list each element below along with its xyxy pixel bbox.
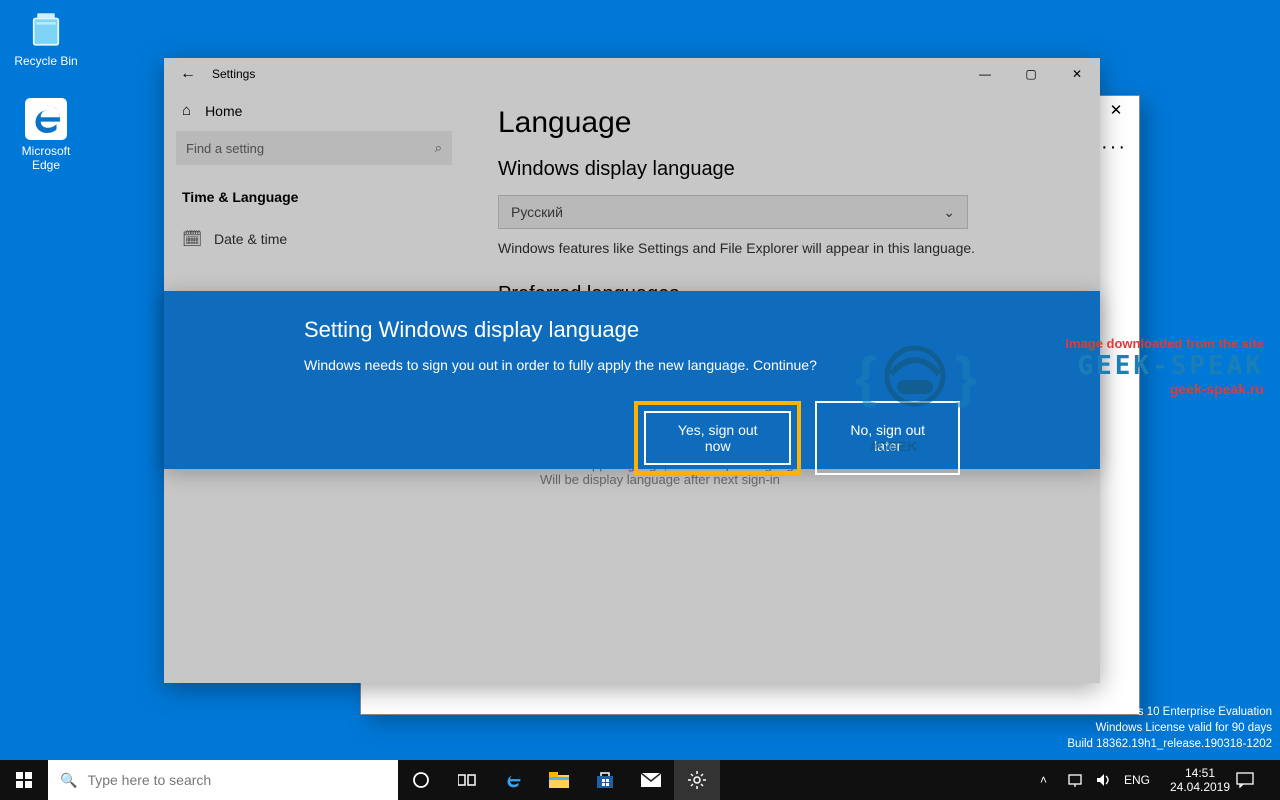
search-icon: 🔍 (60, 772, 77, 789)
window-title: Settings (212, 67, 255, 81)
taskbar-date: 24.04.2019 (1164, 780, 1236, 794)
desktop: Recycle Bin Microsoft Edge ✕ ··· ← Setti… (0, 0, 1280, 800)
dialog-text: Windows needs to sign you out in order t… (304, 357, 960, 373)
bg-more-icon[interactable]: ··· (1101, 136, 1127, 159)
date-time-label: Date & time (214, 231, 287, 247)
edge-label: Microsoft Edge (8, 144, 84, 172)
activation-watermark: s 10 Enterprise Evaluation Windows Licen… (1067, 704, 1272, 752)
activation-l2: Windows License valid for 90 days (1067, 720, 1272, 736)
highlight-box: Yes, sign out now (634, 401, 801, 475)
search-placeholder: Find a setting (186, 141, 264, 156)
yes-signout-button[interactable]: Yes, sign out now (644, 411, 791, 465)
activation-l3: Build 18362.19h1_release.190318-1202 (1067, 736, 1272, 752)
tray-up-icon[interactable]: ˄ (1040, 773, 1068, 787)
activation-l1: s 10 Enterprise Evaluation (1067, 704, 1272, 720)
home-nav[interactable]: ⌂ Home (164, 90, 464, 131)
network-icon[interactable] (1068, 773, 1096, 787)
titlebar: ← Settings — ▢ ✕ (164, 58, 1100, 90)
display-language-desc: Windows features like Settings and File … (498, 239, 1058, 259)
edge-icon[interactable]: Microsoft Edge (8, 98, 84, 172)
settings-search[interactable]: Find a setting ⌕ (176, 131, 452, 165)
dialog-title: Setting Windows display language (304, 317, 960, 343)
taskbar-clock[interactable]: 14:51 24.04.2019 (1164, 762, 1236, 799)
volume-icon[interactable] (1096, 773, 1124, 787)
search-icon: ⌕ (435, 140, 442, 156)
store-icon[interactable] (582, 760, 628, 800)
recycle-bin-icon[interactable]: Recycle Bin (8, 8, 84, 68)
taskbar-edge-icon[interactable] (490, 760, 536, 800)
section-display-language: Windows display language (498, 158, 1066, 181)
language-indicator[interactable]: ENG (1124, 773, 1164, 787)
taskbar: 🔍 Type here to search ˄ ENG 14:51 24.04.… (0, 760, 1280, 800)
home-icon: ⌂ (182, 102, 191, 119)
close-button[interactable]: ✕ (1054, 58, 1100, 90)
back-button[interactable]: ← (164, 58, 212, 90)
home-label: Home (205, 103, 242, 119)
taskbar-search-placeholder: Type here to search (87, 772, 211, 788)
action-center-icon[interactable] (1236, 772, 1280, 788)
start-button[interactable] (0, 760, 48, 800)
dropdown-value: Русский (511, 204, 563, 220)
settings-taskbar-icon[interactable] (674, 760, 720, 800)
clock-icon: 🗓 (182, 229, 200, 249)
no-signout-button[interactable]: No, sign out later (815, 401, 960, 475)
chevron-down-icon: ⌄ (943, 204, 955, 221)
minimize-button[interactable]: — (962, 58, 1008, 90)
sidebar-item-date-time[interactable]: 🗓 Date & time (164, 215, 464, 263)
system-tray: ˄ ENG 14:51 24.04.2019 (1040, 762, 1280, 799)
task-view-icon[interactable] (444, 760, 490, 800)
recycle-bin-label: Recycle Bin (8, 54, 84, 68)
taskbar-time: 14:51 (1164, 766, 1236, 780)
file-explorer-icon[interactable] (536, 760, 582, 800)
mail-icon[interactable] (628, 760, 674, 800)
cortana-icon[interactable] (398, 760, 444, 800)
display-language-dropdown[interactable]: Русский ⌄ (498, 195, 968, 229)
sidebar-section: Time & Language (164, 179, 464, 215)
taskbar-search[interactable]: 🔍 Type here to search (48, 760, 398, 800)
maximize-button[interactable]: ▢ (1008, 58, 1054, 90)
signout-dialog: Setting Windows display language Windows… (164, 291, 1100, 469)
page-title: Language (498, 106, 1066, 140)
